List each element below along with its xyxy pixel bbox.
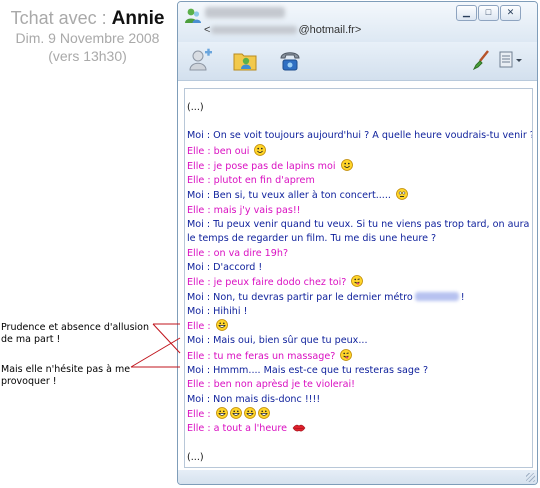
smiley-icon <box>254 143 267 156</box>
close-button[interactable]: ✕ <box>500 5 521 21</box>
message-text: Elle : <box>187 408 211 420</box>
grin-smiley-icon <box>243 407 256 419</box>
closing-ellipsis: (...) <box>187 451 204 463</box>
message-list: (...) Moi : On se voit toujours aujourd'… <box>185 89 532 465</box>
chat-title-prefix: Tchat avec : <box>10 8 107 28</box>
message-moi: Moi : Hihihi ! <box>187 305 248 317</box>
message-elle: Elle : je peux faire dodo chez toi? <box>187 275 532 290</box>
call-icon[interactable] <box>277 48 303 72</box>
message-moi: Moi : D'accord ! <box>187 261 263 273</box>
menu-icon[interactable] <box>498 50 524 70</box>
message-elle: Elle : ben oui <box>187 143 532 159</box>
message-elle: Elle : ben non aprèsd je te violerai! <box>187 379 356 391</box>
tongue-smiley-icon <box>340 348 353 361</box>
message-text: Elle : je pose pas de lapins moi <box>187 160 336 172</box>
maximize-button[interactable]: □ <box>478 5 499 21</box>
message-moi: Moi : Non mais dis-donc !!!! <box>187 393 321 405</box>
opening-ellipsis: (...) <box>187 102 204 113</box>
message-elle: Elle : <box>187 319 532 334</box>
window-titlebar[interactable]: < @hotmail.fr> ▁ □ ✕ <box>178 2 537 42</box>
messenger-window: < @hotmail.fr> ▁ □ ✕ (...) Moi: On se v… <box>177 1 538 485</box>
message-elle: Elle : plutot en fin d'aprem <box>187 175 315 187</box>
email-blurred <box>211 26 298 35</box>
message-moi: Moi : Ben si, tu veux aller à ton concer… <box>187 188 532 203</box>
message-text: Elle : tu me feras un massage? <box>187 350 336 362</box>
message-text: Elle : <box>187 321 211 333</box>
smiley-icon <box>340 158 353 171</box>
status-bar <box>178 470 537 484</box>
email-suffix: @hotmail.fr> <box>298 24 362 36</box>
message-moi: Moi : Mais oui, bien sûr que tu peux... <box>187 335 368 347</box>
kiss-icon <box>292 425 306 432</box>
chat-time: (vers 13h30) <box>48 48 127 64</box>
grin-smiley-icon <box>229 407 242 419</box>
chat-title: Tchat avec : Annie <box>0 7 175 30</box>
grin-smiley-icon <box>215 407 228 419</box>
contact-icon <box>185 8 201 23</box>
message-moi: Moi : Non, tu devras partir par le derni… <box>187 291 532 305</box>
invite-icon[interactable] <box>188 48 214 72</box>
contact-name-blurred <box>205 7 285 18</box>
chat-partner-name: Annie <box>111 8 165 29</box>
message-text: Elle : je peux faire dodo chez toi? <box>187 277 347 289</box>
embarrassed-smiley-icon <box>396 188 408 201</box>
message-elle: Elle : mais j'y vais pas!! <box>187 204 301 216</box>
message-text-end: ! <box>460 291 465 303</box>
annotation-prudence: Prudence et absence d'allusion de ma par… <box>1 322 150 345</box>
grin-smiley-icon <box>257 407 270 419</box>
blurred-station-name <box>414 292 459 302</box>
message-elle: Elle : je pose pas de lapins moi <box>187 158 532 174</box>
brush-icon[interactable] <box>472 50 490 70</box>
message-text: Elle : ben oui <box>187 145 250 157</box>
minimize-button[interactable]: ▁ <box>456 5 477 21</box>
chat-date: Dim. 9 Novembre 2008 <box>15 30 160 46</box>
message-moi: Moi : Tu peux venir quand tu veux. Si tu… <box>187 219 530 245</box>
contact-email: < @hotmail.fr> <box>204 24 361 36</box>
tongue-smiley-icon <box>351 275 364 288</box>
email-prefix: < <box>204 24 211 36</box>
chat-header: Tchat avec : Annie Dim. 9 Novembre 2008 … <box>0 0 175 65</box>
resize-grip[interactable] <box>526 473 535 482</box>
message-elle: Elle : on va dire 19h? <box>187 247 289 259</box>
message-text: Moi : Ben si, tu veux aller à ton concer… <box>187 190 391 202</box>
message-text: Elle : a tout a l'heure <box>187 423 288 435</box>
message-moi: Moi : Hmmm.... Mais est-ce que tu rester… <box>187 365 429 377</box>
message-elle: Elle : tu me feras un massage? <box>187 348 532 364</box>
message-text: Moi : Non, tu devras partir par le derni… <box>187 291 413 303</box>
message-elle: Elle : a tout a l'heure <box>187 422 532 436</box>
connector-line <box>152 323 181 354</box>
message-elle: Elle : <box>187 407 532 422</box>
annotation-provocation: Mais elle n'hésite pas à me provoquer ! <box>1 364 131 387</box>
conversation-pane[interactable]: (...) Moi : On se voit toujours aujourd'… <box>184 88 533 468</box>
send-files-icon[interactable] <box>232 48 258 72</box>
grin-smiley-icon <box>215 319 228 332</box>
chat-toolbar <box>178 42 537 81</box>
message-moi: Moi : On se voit toujours aujourd'hui ? … <box>187 130 533 142</box>
